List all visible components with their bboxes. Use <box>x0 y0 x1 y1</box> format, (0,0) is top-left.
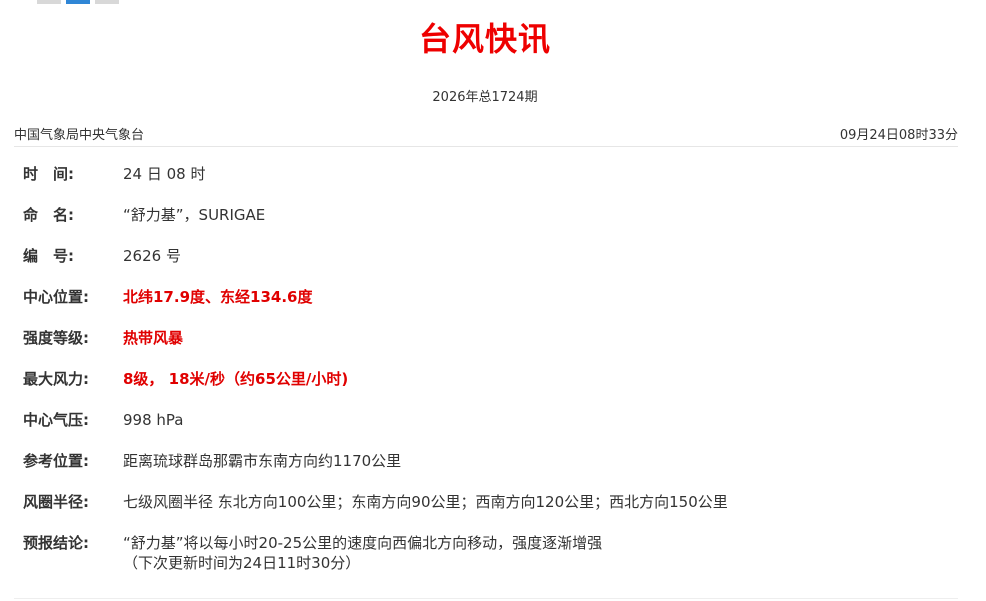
top-tab-strip <box>37 0 119 4</box>
row-label: 参考位置: <box>23 452 89 470</box>
issue-time: 09月24日08时33分 <box>839 128 958 143</box>
info-row-pressure: 中心气压: 998 hPa <box>23 410 953 451</box>
issuer: 中国气象局中央气象台 <box>14 128 145 143</box>
typhoon-info-table: 时 间: 24 日 08 时 命 名: “舒力基”，SURIGAE 编 号: 2… <box>23 164 953 593</box>
row-value: 998 hPa <box>123 411 184 429</box>
tab-indicator[interactable] <box>95 0 119 4</box>
next-update-text: （下次更新时间为24日11时30分） <box>123 554 361 572</box>
row-label: 预报结论: <box>23 534 89 552</box>
forecast-text: “舒力基”将以每小时20-25公里的速度向西偏北方向移动，强度逐渐增强 <box>123 534 603 552</box>
row-value: 距离琉球群岛那霸市东南方向约1170公里 <box>123 452 402 470</box>
divider <box>14 598 958 599</box>
info-row-center-position: 中心位置: 北纬17.9度、东经134.6度 <box>23 287 953 328</box>
info-row-intensity: 强度等级: 热带风暴 <box>23 328 953 369</box>
row-value: 七级风圈半径 东北方向100公里；东南方向90公里；西南方向120公里；西北方向… <box>123 493 728 511</box>
row-label: 中心位置: <box>23 288 89 306</box>
tab-indicator-active[interactable] <box>66 0 90 4</box>
page-title: 台风快讯 <box>418 20 551 58</box>
info-row-number: 编 号: 2626 号 <box>23 246 953 287</box>
info-row-forecast: 预报结论: “舒力基”将以每小时20-25公里的速度向西偏北方向移动，强度逐渐增… <box>23 533 953 593</box>
row-label: 风圈半径: <box>23 493 89 511</box>
row-label: 中心气压: <box>23 411 89 429</box>
info-row-reference-position: 参考位置: 距离琉球群岛那霸市东南方向约1170公里 <box>23 451 953 492</box>
meta-row: 中国气象局中央气象台 09月24日08时33分 <box>14 124 958 147</box>
row-value: 2626 号 <box>123 247 181 265</box>
row-value: “舒力基”，SURIGAE <box>123 206 266 224</box>
row-label: 最大风力: <box>23 370 89 388</box>
row-value: “舒力基”将以每小时20-25公里的速度向西偏北方向移动，强度逐渐增强 （下次更… <box>123 533 602 593</box>
info-row-wind-radius: 风圈半径: 七级风圈半径 东北方向100公里；东南方向90公里；西南方向120公… <box>23 492 953 533</box>
row-label: 时 间: <box>23 165 74 183</box>
issue-number: 2026年总1724期 <box>432 90 538 105</box>
info-row-name: 命 名: “舒力基”，SURIGAE <box>23 205 953 246</box>
row-label: 命 名: <box>23 206 74 224</box>
row-value: 24 日 08 时 <box>123 165 206 183</box>
row-label: 强度等级: <box>23 329 89 347</box>
row-value: 北纬17.9度、东经134.6度 <box>123 288 313 306</box>
row-label: 编 号: <box>23 247 74 265</box>
row-value: 热带风暴 <box>123 329 184 347</box>
tab-indicator[interactable] <box>37 0 61 4</box>
row-value: 8级， 18米/秒（约65公里/小时) <box>123 370 349 388</box>
info-row-time: 时 间: 24 日 08 时 <box>23 164 953 205</box>
info-row-max-wind: 最大风力: 8级， 18米/秒（约65公里/小时) <box>23 369 953 410</box>
